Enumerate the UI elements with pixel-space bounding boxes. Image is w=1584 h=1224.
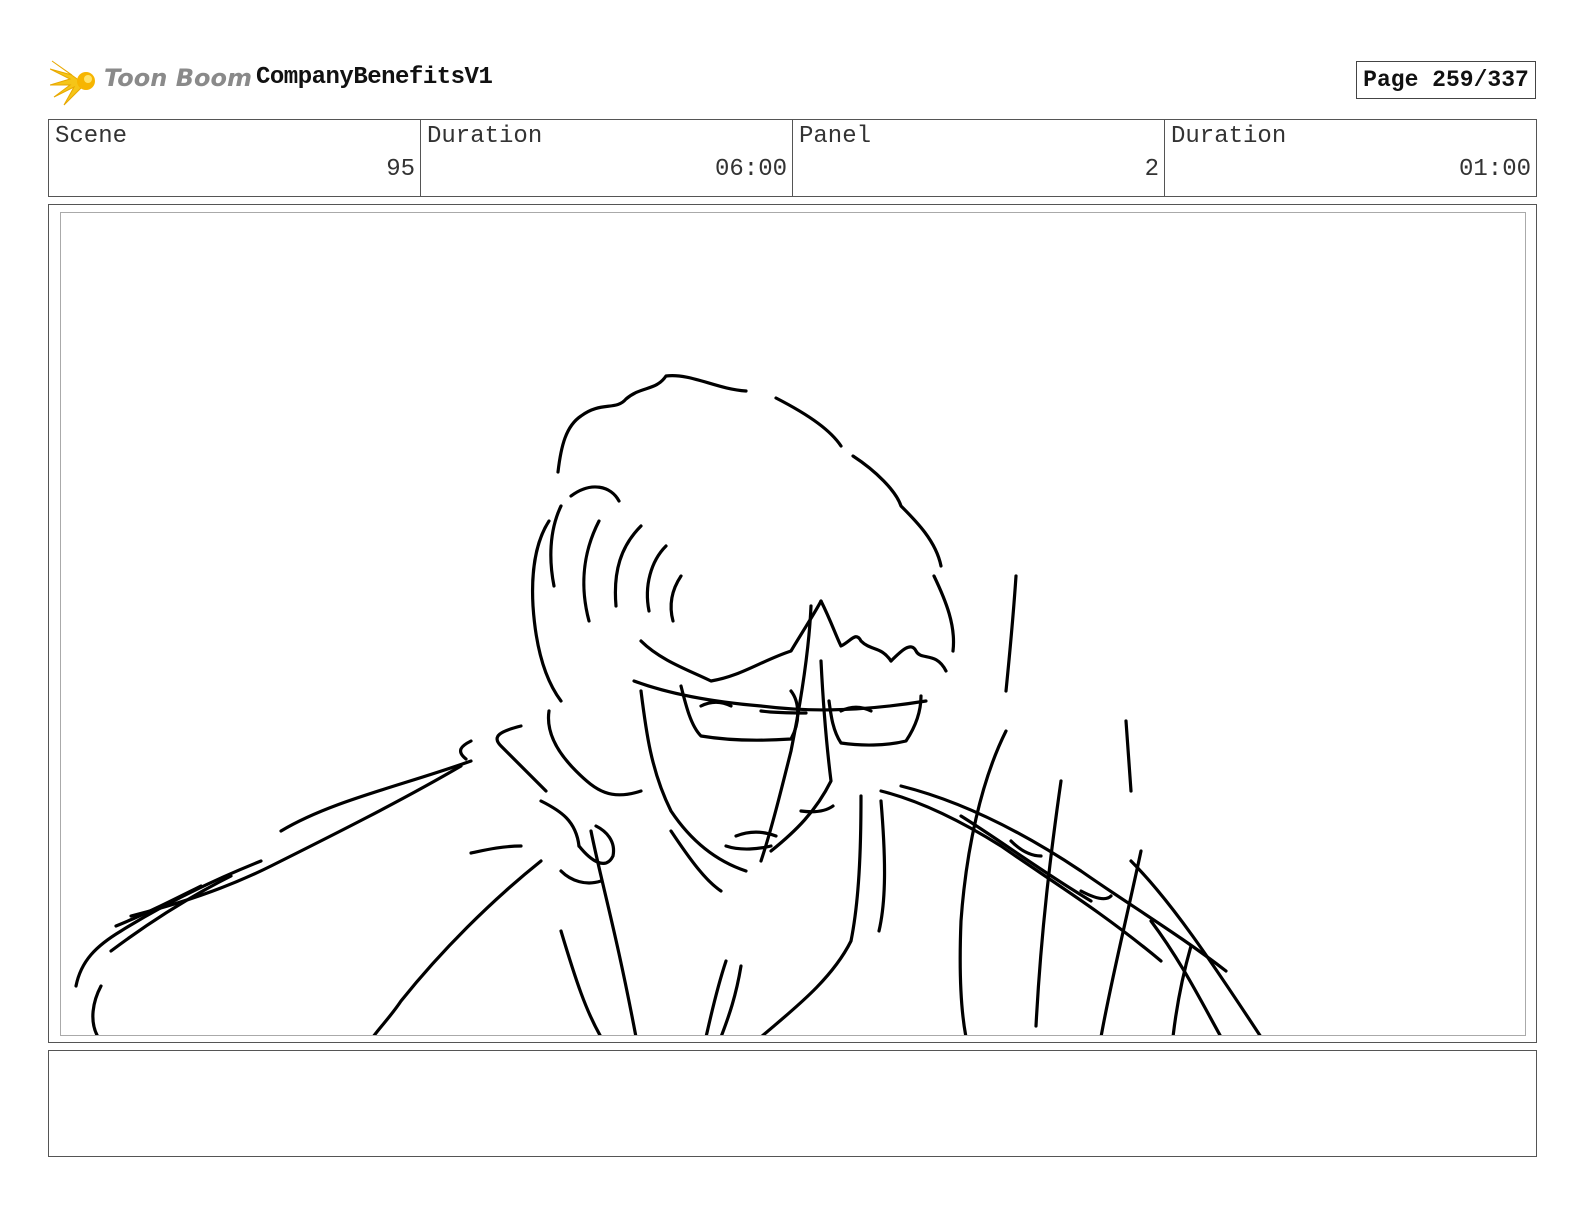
scene-value: 95 xyxy=(386,156,415,183)
starburst-icon xyxy=(50,60,95,106)
scene-cell: Scene 95 xyxy=(49,120,421,196)
panel-label: Panel xyxy=(799,123,872,150)
panel-notes-box xyxy=(48,1050,1537,1157)
scene-duration-cell: Duration 06:00 xyxy=(421,120,793,196)
panel-cell: Panel 2 xyxy=(793,120,1165,196)
panel-duration-value: 01:00 xyxy=(1458,156,1531,183)
scene-label: Scene xyxy=(55,123,128,150)
scene-duration-label: Duration xyxy=(427,123,543,150)
logo-text: Toon Boom xyxy=(104,64,252,92)
page-number: Page 259/337 xyxy=(1356,61,1536,99)
panel-image xyxy=(60,212,1526,1036)
panel-value: 2 xyxy=(1144,156,1159,183)
sketch-drawing xyxy=(74,374,1262,1035)
scene-info-row: Scene 95 Duration 06:00 Panel 2 Duration… xyxy=(48,119,1537,197)
panel-duration-cell: Duration 01:00 xyxy=(1165,120,1536,196)
panel-duration-label: Duration xyxy=(1171,123,1287,150)
scene-duration-value: 06:00 xyxy=(714,156,787,183)
project-title: CompanyBenefitsV1 xyxy=(256,64,493,91)
toon-boom-logo: Toon Boom xyxy=(50,55,252,107)
